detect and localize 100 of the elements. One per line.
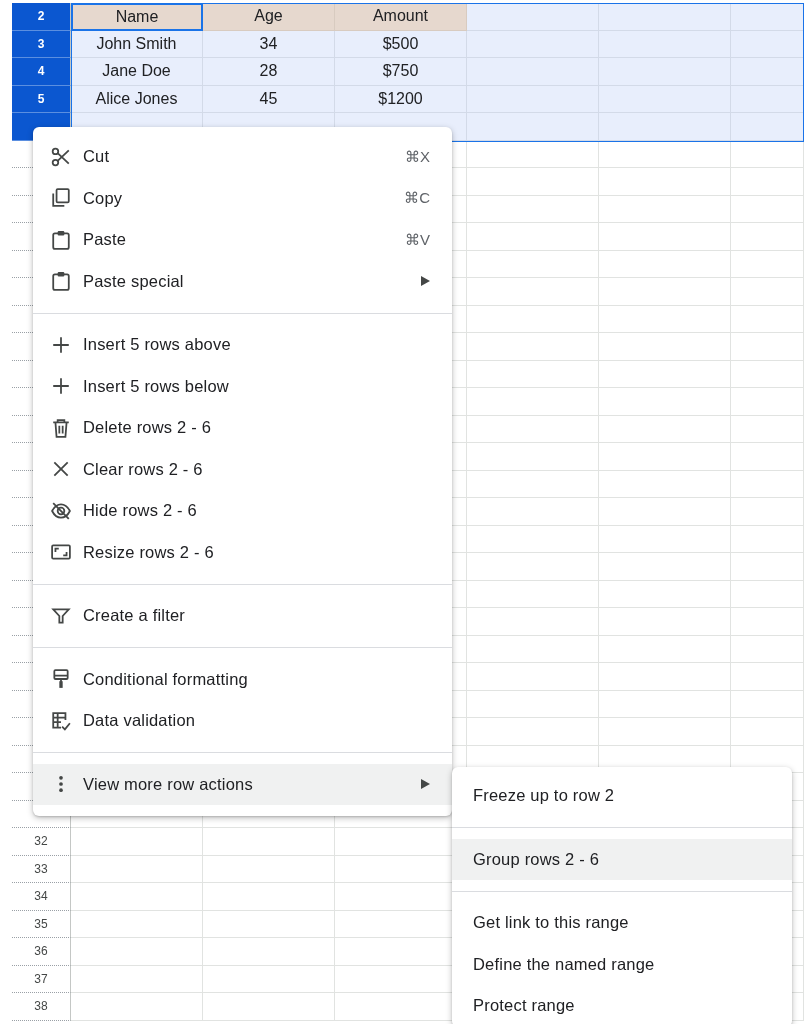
row-header[interactable]: 3 <box>12 30 71 58</box>
menu-item[interactable]: Get link to this range <box>452 902 792 944</box>
table-cell[interactable] <box>599 360 731 388</box>
table-cell[interactable]: 45 <box>203 85 335 113</box>
menu-item[interactable]: Resize rows 2 - 6 <box>33 531 452 573</box>
table-cell[interactable] <box>467 223 599 251</box>
table-cell[interactable] <box>731 223 804 251</box>
table-cell[interactable] <box>599 168 731 196</box>
table-cell[interactable] <box>203 855 335 883</box>
table-cell[interactable] <box>467 443 599 471</box>
table-cell[interactable] <box>599 195 731 223</box>
table-cell[interactable]: Age <box>203 3 335 31</box>
table-cell[interactable] <box>467 690 599 718</box>
row-header[interactable]: 32 <box>12 828 71 856</box>
table-cell[interactable] <box>71 993 203 1021</box>
table-cell[interactable] <box>731 718 804 746</box>
row-header[interactable]: 2 <box>12 3 71 31</box>
table-cell[interactable]: Name <box>71 3 203 31</box>
table-cell[interactable] <box>467 140 599 168</box>
table-cell[interactable] <box>731 608 804 636</box>
table-cell[interactable] <box>467 113 599 141</box>
table-cell[interactable] <box>467 608 599 636</box>
table-cell[interactable] <box>599 718 731 746</box>
table-cell[interactable] <box>731 415 804 443</box>
table-cell[interactable] <box>467 580 599 608</box>
row-header[interactable]: 33 <box>12 855 71 883</box>
row-header[interactable]: 34 <box>12 883 71 911</box>
menu-item[interactable]: Data validation <box>33 700 452 742</box>
table-cell[interactable] <box>71 965 203 993</box>
table-cell[interactable] <box>467 415 599 443</box>
menu-item[interactable]: Define the named range <box>452 943 792 985</box>
table-cell[interactable] <box>599 223 731 251</box>
table-cell[interactable] <box>71 938 203 966</box>
table-cell[interactable] <box>731 525 804 553</box>
table-cell[interactable] <box>467 470 599 498</box>
table-cell[interactable] <box>467 195 599 223</box>
table-cell[interactable] <box>467 718 599 746</box>
table-cell[interactable] <box>467 3 599 31</box>
table-cell[interactable]: 34 <box>203 30 335 58</box>
table-cell[interactable] <box>467 30 599 58</box>
table-cell[interactable] <box>731 470 804 498</box>
table-cell[interactable] <box>599 388 731 416</box>
table-cell[interactable] <box>599 498 731 526</box>
table-cell[interactable] <box>467 168 599 196</box>
table-cell[interactable] <box>599 113 731 141</box>
menu-item[interactable]: Paste special <box>33 260 452 302</box>
menu-item[interactable]: Cut ⌘X <box>33 136 452 178</box>
table-cell[interactable] <box>467 553 599 581</box>
table-cell[interactable] <box>467 498 599 526</box>
table-cell[interactable] <box>731 195 804 223</box>
table-cell[interactable] <box>599 580 731 608</box>
table-cell[interactable] <box>731 690 804 718</box>
table-cell[interactable] <box>731 278 804 306</box>
row-header[interactable]: 38 <box>12 993 71 1021</box>
table-cell[interactable] <box>599 690 731 718</box>
table-cell[interactable] <box>731 113 804 141</box>
menu-item[interactable]: Clear rows 2 - 6 <box>33 448 452 490</box>
table-cell[interactable] <box>203 993 335 1021</box>
row-header[interactable]: 4 <box>12 58 71 86</box>
table-cell[interactable]: Alice Jones <box>71 85 203 113</box>
table-cell[interactable] <box>599 443 731 471</box>
table-cell[interactable]: Amount <box>335 3 467 31</box>
table-cell[interactable] <box>467 333 599 361</box>
table-cell[interactable] <box>731 250 804 278</box>
table-cell[interactable] <box>467 525 599 553</box>
table-cell[interactable] <box>599 140 731 168</box>
menu-item[interactable]: Freeze up to row 2 <box>452 775 792 817</box>
menu-item[interactable]: Protect range <box>452 985 792 1024</box>
menu-item[interactable]: Conditional formatting <box>33 658 452 700</box>
menu-item[interactable]: Hide rows 2 - 6 <box>33 490 452 532</box>
table-cell[interactable] <box>599 608 731 636</box>
table-cell[interactable] <box>731 580 804 608</box>
table-cell[interactable] <box>731 140 804 168</box>
row-header[interactable]: 37 <box>12 965 71 993</box>
table-cell[interactable] <box>599 663 731 691</box>
table-cell[interactable] <box>467 663 599 691</box>
table-cell[interactable] <box>599 278 731 306</box>
menu-item[interactable]: Copy ⌘C <box>33 177 452 219</box>
menu-item[interactable]: View more row actions <box>33 763 452 805</box>
table-cell[interactable] <box>467 278 599 306</box>
table-cell[interactable] <box>203 828 335 856</box>
menu-item[interactable]: Insert 5 rows below <box>33 365 452 407</box>
menu-item[interactable]: Delete rows 2 - 6 <box>33 407 452 449</box>
table-cell[interactable] <box>731 388 804 416</box>
table-cell[interactable] <box>731 85 804 113</box>
table-cell[interactable] <box>731 333 804 361</box>
table-cell[interactable] <box>203 883 335 911</box>
table-cell[interactable] <box>203 965 335 993</box>
table-cell[interactable] <box>71 910 203 938</box>
table-cell[interactable] <box>71 855 203 883</box>
table-cell[interactable] <box>599 333 731 361</box>
table-cell[interactable] <box>467 250 599 278</box>
table-cell[interactable] <box>599 470 731 498</box>
row-header[interactable]: 5 <box>12 85 71 113</box>
menu-item[interactable]: Insert 5 rows above <box>33 324 452 366</box>
table-cell[interactable]: $1200 <box>335 85 467 113</box>
table-cell[interactable] <box>731 635 804 663</box>
table-cell[interactable]: $750 <box>335 58 467 86</box>
table-cell[interactable]: John Smith <box>71 30 203 58</box>
table-cell[interactable] <box>599 305 731 333</box>
